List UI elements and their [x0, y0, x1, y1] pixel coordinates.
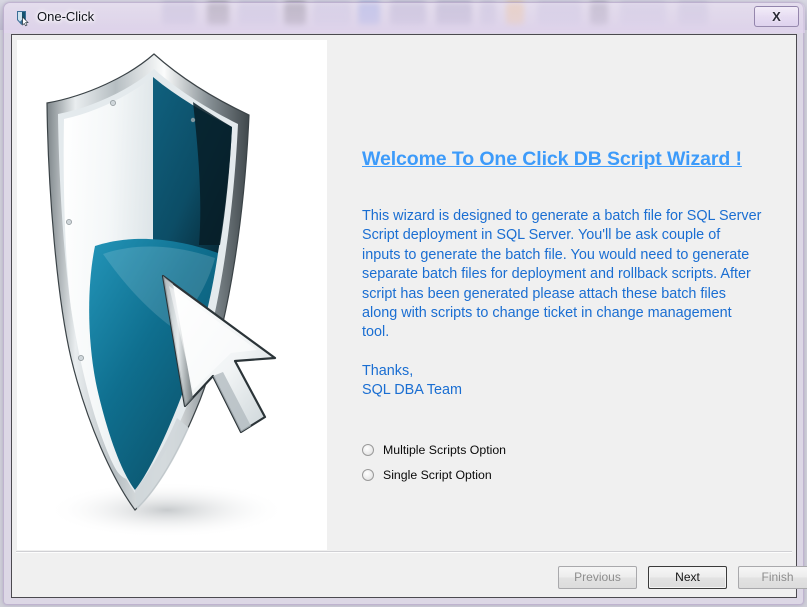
wizard-illustration-panel: [17, 40, 327, 550]
rivet: [110, 100, 116, 106]
radio-multiple-scripts[interactable]: Multiple Scripts Option: [362, 437, 506, 462]
rivet: [190, 117, 196, 123]
radio-label-multiple-scripts: Multiple Scripts Option: [383, 442, 507, 457]
application-window: One-Click X Welcome To One Click DB Scri…: [3, 2, 807, 605]
client-area: Welcome To One Click DB Script Wizard ! …: [11, 34, 807, 598]
wizard-description: This wizard is designed to generate a ba…: [362, 208, 762, 341]
finish-button[interactable]: Finish: [738, 566, 807, 589]
page-title: Welcome To One Click DB Script Wizard !: [362, 148, 742, 170]
radio-single-script[interactable]: Single Script Option: [362, 462, 506, 487]
title-bar: One-Click X: [4, 3, 805, 33]
radio-circle-icon[interactable]: [362, 468, 374, 481]
radio-circle-icon[interactable]: [362, 443, 374, 456]
previous-button[interactable]: Previous: [558, 566, 637, 589]
rivet: [78, 355, 84, 361]
signoff-line-1: Thanks,: [362, 363, 414, 379]
wizard-signoff: Thanks, SQL DBA Team: [362, 362, 462, 401]
footer-divider: [16, 551, 792, 553]
script-option-group: Multiple Scripts Option Single Script Op…: [362, 437, 506, 487]
screen: One-Click X Welcome To One Click DB Scri…: [0, 0, 807, 607]
app-shield-icon: [13, 9, 31, 27]
rivet: [66, 219, 72, 225]
radio-label-single-script: Single Script Option: [383, 467, 492, 482]
window-title: One-Click: [37, 9, 95, 24]
wizard-button-row: Previous Next Finish: [558, 566, 807, 589]
next-button[interactable]: Next: [648, 566, 727, 589]
shield-cursor-illustration: [17, 40, 327, 550]
close-button[interactable]: X: [754, 6, 799, 27]
signoff-line-2: SQL DBA Team: [362, 382, 462, 399]
